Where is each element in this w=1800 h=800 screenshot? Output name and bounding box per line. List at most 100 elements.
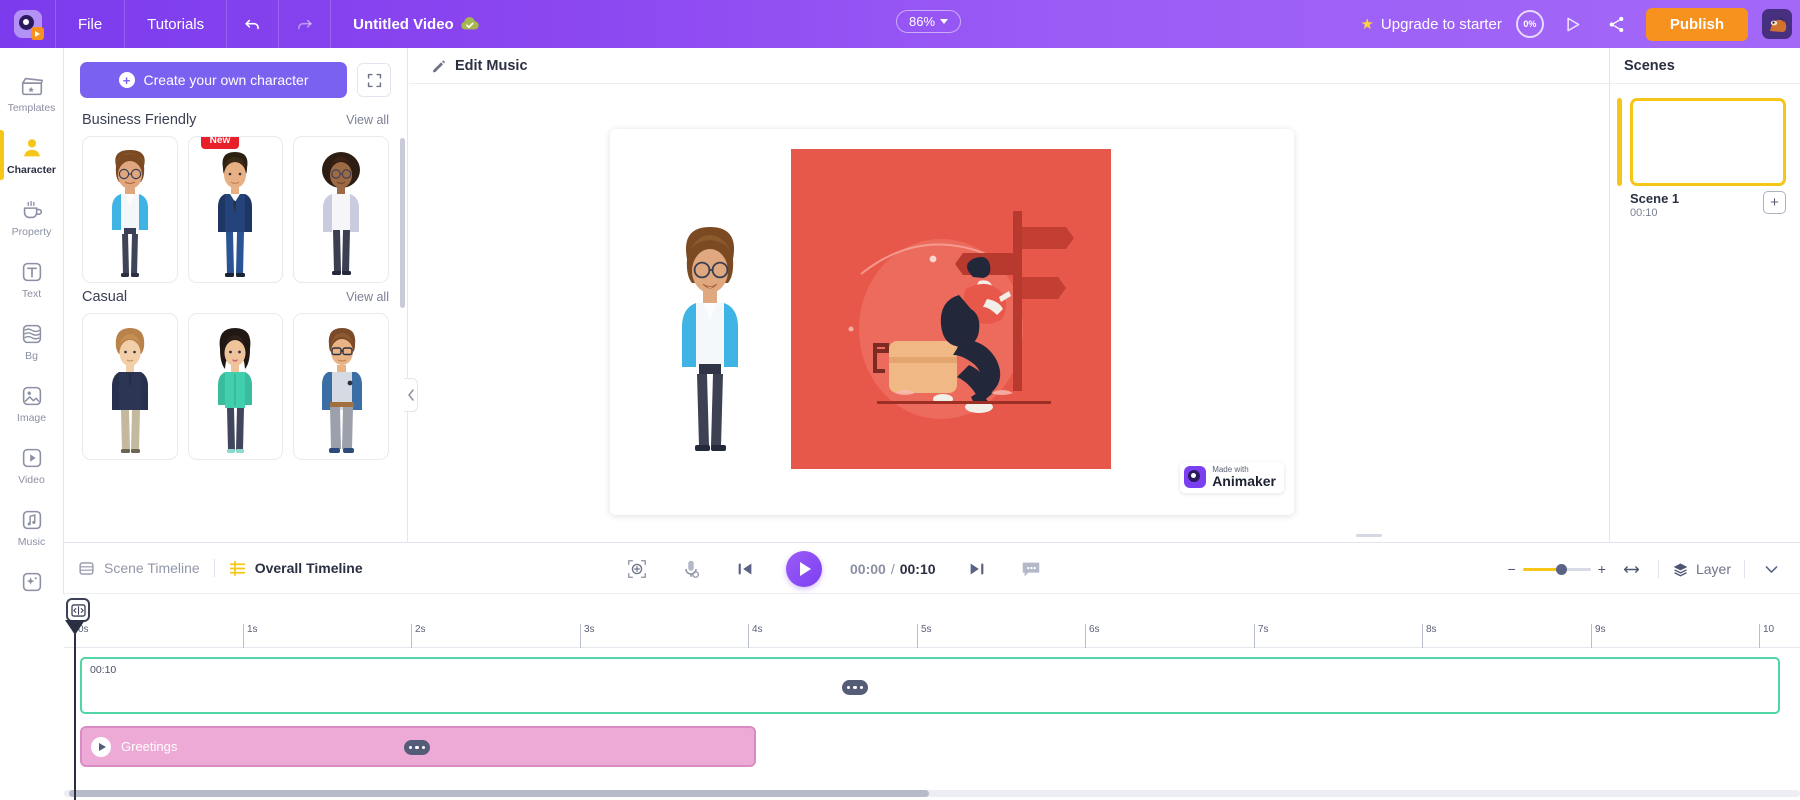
timeline-zoom-slider[interactable]: − + xyxy=(1508,561,1606,577)
animaker-watermark-logo-icon xyxy=(1184,466,1206,488)
timeline-scene-track[interactable]: 00:10 xyxy=(80,657,1780,714)
sidebar-item-label: Image xyxy=(17,412,46,424)
character-card[interactable] xyxy=(188,313,284,460)
scene-timeline-label: Scene Timeline xyxy=(104,560,200,576)
chevron-left-icon xyxy=(407,389,415,401)
sidebar-item-text[interactable]: Text xyxy=(0,248,64,310)
scene-thumbnail[interactable] xyxy=(1630,98,1786,186)
subtitle-icon xyxy=(1020,558,1042,580)
subtitle-button[interactable] xyxy=(1018,556,1044,582)
play-button[interactable] xyxy=(786,551,822,587)
zoom-track[interactable] xyxy=(1523,568,1591,571)
skip-next-button[interactable] xyxy=(964,556,990,582)
character-card[interactable] xyxy=(82,136,178,283)
microphone-button[interactable] xyxy=(678,556,704,582)
canvas-zoom-selector[interactable]: 86% xyxy=(896,10,961,33)
sidebar-item-character[interactable]: Character xyxy=(0,124,64,186)
ruler-tick: 3s xyxy=(580,624,595,648)
canvas-presenter-character[interactable] xyxy=(660,215,760,465)
redo-button[interactable] xyxy=(279,0,331,48)
scrollbar-thumb[interactable] xyxy=(69,790,929,797)
skip-previous-button[interactable] xyxy=(732,556,758,582)
timeline-right-controls: − + Layer xyxy=(1508,543,1784,595)
progress-ring[interactable]: 0% xyxy=(1516,10,1544,38)
character-card[interactable] xyxy=(293,136,389,283)
zoom-knob[interactable] xyxy=(1556,564,1567,575)
watermark-brand: Animaker xyxy=(1212,474,1276,489)
chevron-down-icon xyxy=(940,19,948,24)
add-scene-button[interactable]: + xyxy=(1763,191,1786,214)
audio-track-options-button[interactable] xyxy=(404,740,430,755)
sidebar-item-image[interactable]: Image xyxy=(0,372,64,434)
fit-width-button[interactable] xyxy=(1619,556,1645,582)
page-title: Untitled Video xyxy=(353,16,454,33)
character-card[interactable] xyxy=(82,313,178,460)
time-separator: / xyxy=(891,561,895,577)
scene-selected-marker xyxy=(1617,98,1622,186)
timeline-expand-button[interactable] xyxy=(1758,556,1784,582)
sidebar-item-bg[interactable]: Bg xyxy=(0,310,64,372)
view-all-casual[interactable]: View all xyxy=(346,290,389,304)
timeline-audio-track[interactable]: Greetings xyxy=(80,726,756,767)
watermark: Made with Animaker xyxy=(1180,462,1284,493)
top-header: File Tutorials Untitled Video xyxy=(0,0,1800,48)
audio-play-button[interactable] xyxy=(91,737,111,757)
sidebar-item-music[interactable]: Music xyxy=(0,496,64,558)
layer-button[interactable]: Layer xyxy=(1672,561,1731,578)
image-icon xyxy=(19,383,45,409)
casual-man-navy-hoodie-icon xyxy=(91,319,169,459)
sidebar-item-label: Property xyxy=(12,226,52,238)
stage-resize-handle[interactable] xyxy=(1356,534,1382,537)
undo-button[interactable] xyxy=(227,0,279,48)
tab-scene-timeline[interactable]: Scene Timeline xyxy=(64,560,214,577)
create-character-label: Create your own character xyxy=(144,72,309,88)
ruler-tick: 2s xyxy=(411,624,426,648)
sidebar-item-label: Video xyxy=(18,474,45,486)
upgrade-button[interactable]: ★ Upgrade to starter xyxy=(1360,15,1501,33)
timeline-ruler[interactable]: 0s 1s 2s 3s 4s 5s 6s 7s 8s 9s 10 xyxy=(64,624,1800,648)
more-options-icon xyxy=(409,746,413,750)
user-avatar-icon xyxy=(1762,9,1792,39)
business-woman-glasses-blue-blazer-icon xyxy=(91,142,169,282)
preview-button[interactable] xyxy=(1558,9,1588,39)
panel-scrollbar[interactable] xyxy=(400,138,405,308)
ruler-tick: 5s xyxy=(917,624,932,648)
video-canvas[interactable]: Made with Animaker xyxy=(610,129,1294,515)
sidebar-item-templates[interactable]: Templates xyxy=(0,62,64,124)
fit-to-screen-button[interactable] xyxy=(66,598,90,622)
scene-track-options-button[interactable] xyxy=(842,680,868,695)
project-title-wrap[interactable]: Untitled Video xyxy=(331,0,498,48)
canvas-illustration[interactable] xyxy=(791,149,1111,469)
templates-icon xyxy=(19,73,45,99)
effect-icon xyxy=(19,569,45,595)
menu-file[interactable]: File xyxy=(56,0,125,48)
character-card[interactable] xyxy=(293,313,389,460)
menu-tutorials[interactable]: Tutorials xyxy=(125,0,227,48)
sidebar-item-video[interactable]: Video xyxy=(0,434,64,496)
more-options-icon xyxy=(422,746,426,750)
sidebar-item-property[interactable]: Property xyxy=(0,186,64,248)
header-right-group: ★ Upgrade to starter 0% Publish xyxy=(1360,0,1792,48)
create-character-button[interactable]: + Create your own character xyxy=(80,62,347,98)
publish-button[interactable]: Publish xyxy=(1646,8,1748,41)
stage-toolbar: Edit Music xyxy=(409,48,1609,84)
view-all-business[interactable]: View all xyxy=(346,113,389,127)
playhead[interactable] xyxy=(74,634,76,800)
share-button[interactable] xyxy=(1602,9,1632,39)
add-keyframe-button[interactable] xyxy=(624,556,650,582)
character-card[interactable]: New xyxy=(188,136,284,283)
total-time: 00:10 xyxy=(900,561,936,577)
more-options-icon xyxy=(847,686,851,690)
zoom-in-button[interactable]: + xyxy=(1598,561,1606,577)
expand-panel-button[interactable] xyxy=(357,63,391,97)
ruler-tick: 8s xyxy=(1422,624,1437,648)
zoom-out-button[interactable]: − xyxy=(1508,561,1516,577)
tab-overall-timeline[interactable]: Overall Timeline xyxy=(215,560,377,577)
app-logo[interactable] xyxy=(0,0,56,48)
collapse-panel-button[interactable] xyxy=(404,378,418,412)
timeline-horizontal-scrollbar[interactable] xyxy=(64,790,1800,797)
casual-man-denim-jacket-glasses-icon xyxy=(302,319,380,459)
ruler-tick: 4s xyxy=(748,624,763,648)
progress-value: 0% xyxy=(1523,19,1536,29)
avatar[interactable] xyxy=(1762,9,1792,39)
